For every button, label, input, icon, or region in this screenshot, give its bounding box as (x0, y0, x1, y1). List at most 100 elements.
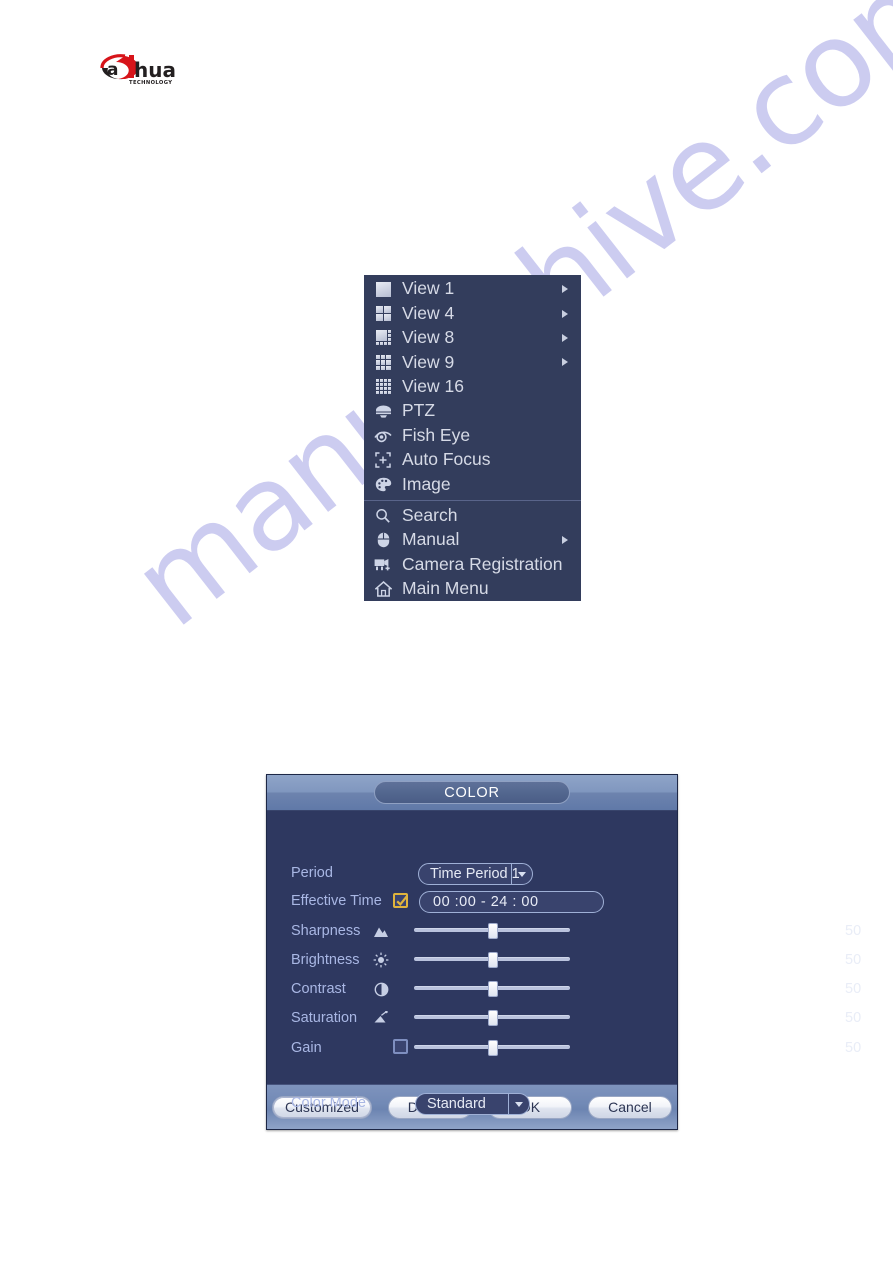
svg-text:hua: hua (134, 58, 176, 82)
contrast-value: 50 (845, 981, 862, 997)
fisheye-icon (373, 427, 393, 445)
menu-item-view-8[interactable]: View 8 (364, 326, 581, 350)
gain-label: Gain (291, 1040, 322, 1056)
period-dropdown-value: Time Period 1 (430, 866, 520, 882)
sharpness-slider[interactable] (414, 923, 570, 939)
period-dropdown[interactable]: Time Period 1 (418, 863, 533, 885)
menu-item-label: PTZ (402, 400, 436, 421)
menu-item-view-4[interactable]: View 4 (364, 301, 581, 325)
period-row: Period Time Period 1 (267, 863, 677, 885)
home-icon (373, 580, 393, 598)
menu-item-image[interactable]: Image (364, 472, 581, 496)
view-16-grid-icon (373, 378, 393, 396)
sharpness-row: Sharpness 50 (267, 922, 861, 940)
search-icon (373, 507, 393, 525)
saturation-slider[interactable] (414, 1010, 570, 1026)
gain-slider[interactable] (414, 1040, 570, 1056)
brightness-row: Brightness 50 (267, 951, 861, 969)
menu-item-label: Manual (402, 529, 460, 550)
sharpness-value: 50 (845, 923, 862, 939)
view-9-grid-icon (373, 353, 393, 371)
color-dialog: COLOR Period Time Period 1 Effective Tim… (266, 774, 861, 1130)
dialog-body: Period Time Period 1 Effective Time 00 :… (267, 811, 861, 1115)
mouse-icon (373, 531, 393, 549)
slider-thumb[interactable] (488, 952, 498, 968)
effective-time-checkbox[interactable] (393, 893, 408, 908)
chevron-right-icon (562, 358, 568, 367)
menu-item-label: Camera Registration (402, 553, 563, 574)
svg-text:a: a (107, 60, 118, 80)
contrast-row: Contrast 50 (267, 980, 861, 998)
chevron-down-icon[interactable] (511, 864, 531, 884)
menu-item-search[interactable]: Search (364, 504, 581, 528)
view-8-grid-icon (373, 329, 393, 347)
chevron-right-icon (562, 285, 568, 294)
menu-item-label: View 1 (402, 278, 455, 299)
menu-item-label: Image (402, 473, 451, 494)
menu-item-label: Auto Focus (402, 449, 491, 470)
saturation-label: Saturation (291, 1010, 358, 1026)
menu-item-auto-focus[interactable]: Auto Focus (364, 448, 581, 472)
page-root: a hua TECHNOLOGY manualshive.com View 1 … (0, 0, 893, 1263)
menu-item-view-9[interactable]: View 9 (364, 350, 581, 374)
dialog-title-bar: COLOR (267, 775, 677, 811)
menu-item-camera-registration[interactable]: Camera Registration (364, 552, 581, 576)
effective-time-value[interactable]: 00 :00 - 24 : 00 (419, 891, 604, 913)
color-mode-label: Color Mode (291, 1095, 366, 1111)
menu-item-label: Main Menu (402, 578, 489, 599)
brightness-slider[interactable] (414, 952, 570, 968)
contrast-slider[interactable] (414, 981, 570, 997)
menu-item-label: View 8 (402, 327, 455, 348)
half-circle-icon (371, 980, 391, 998)
contrast-label: Contrast (291, 981, 346, 997)
view-1-grid-icon (373, 280, 393, 298)
mountain-icon (371, 922, 391, 940)
menu-item-label: Fish Eye (402, 424, 471, 445)
slider-thumb[interactable] (488, 923, 498, 939)
palette-icon (373, 475, 393, 493)
ptz-dome-icon (373, 402, 393, 420)
svg-text:TECHNOLOGY: TECHNOLOGY (129, 80, 172, 86)
menu-item-manual[interactable]: Manual (364, 528, 581, 552)
slider-thumb[interactable] (488, 981, 498, 997)
camera-add-icon (373, 555, 393, 573)
dahua-logo: a hua TECHNOLOGY (99, 52, 191, 86)
gain-row: Gain 50 (267, 1038, 861, 1056)
menu-item-label: Search (402, 504, 458, 525)
slider-thumb[interactable] (488, 1040, 498, 1056)
effective-time-label: Effective Time (291, 893, 382, 909)
dahua-logo-mark: a hua TECHNOLOGY (100, 54, 176, 86)
period-label: Period (291, 865, 333, 881)
saturation-row: Saturation 50 (267, 1009, 861, 1027)
color-mode-row: Color Mode Standard (267, 1093, 677, 1115)
sharpness-label: Sharpness (291, 923, 361, 939)
brightness-label: Brightness (291, 952, 360, 968)
menu-item-view-16[interactable]: View 16 (364, 375, 581, 399)
menu-item-main-menu[interactable]: Main Menu (364, 577, 581, 601)
menu-item-label: View 4 (402, 302, 455, 323)
sun-icon (371, 951, 391, 969)
gain-checkbox[interactable] (393, 1039, 408, 1054)
view-4-grid-icon (373, 305, 393, 323)
menu-item-view-1[interactable]: View 1 (364, 277, 581, 301)
brightness-value: 50 (845, 952, 862, 968)
chevron-down-icon[interactable] (508, 1094, 528, 1114)
chevron-right-icon (562, 309, 568, 318)
color-mode-value: Standard (427, 1096, 486, 1112)
saturation-value: 50 (845, 1010, 862, 1026)
auto-focus-icon (373, 451, 393, 469)
menu-item-label: View 16 (402, 376, 464, 396)
chevron-right-icon (562, 536, 568, 545)
chevron-right-icon (562, 333, 568, 342)
menu-separator (364, 499, 581, 501)
right-click-context-menu[interactable]: View 1 View 4 View 8 View 9 View 16 PTZ … (364, 275, 581, 602)
menu-item-fish-eye[interactable]: Fish Eye (364, 423, 581, 447)
gain-value: 50 (845, 1040, 862, 1056)
color-mode-dropdown[interactable]: Standard (415, 1093, 530, 1115)
menu-item-label: View 9 (402, 351, 455, 372)
effective-time-row: Effective Time 00 :00 - 24 : 00 (267, 891, 677, 913)
paint-bucket-icon (371, 1009, 391, 1027)
check-icon (396, 895, 408, 907)
menu-item-ptz[interactable]: PTZ (364, 399, 581, 423)
slider-thumb[interactable] (488, 1010, 498, 1026)
